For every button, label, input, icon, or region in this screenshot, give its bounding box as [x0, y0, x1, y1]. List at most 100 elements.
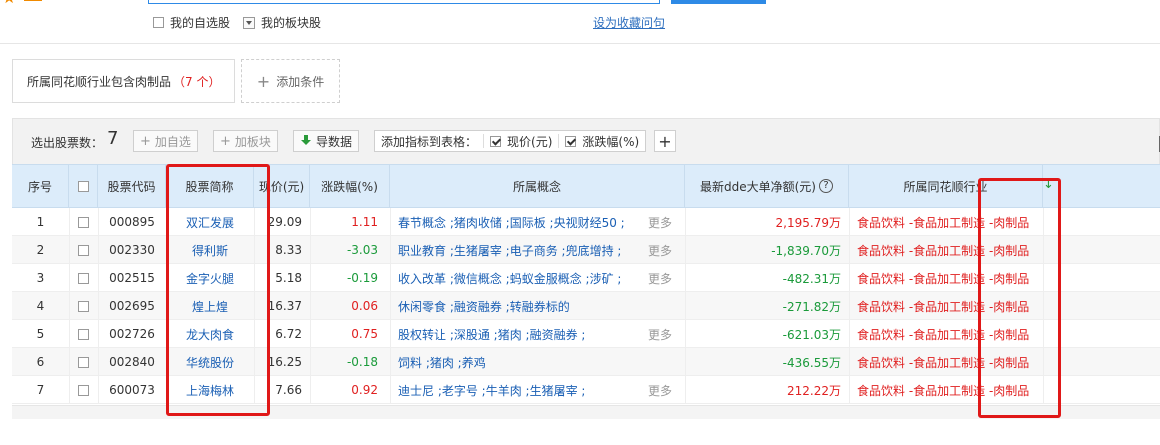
- row-seq: 1: [36, 215, 45, 229]
- dde-net-amount: -621.03万: [782, 327, 841, 342]
- stock-name-link[interactable]: 龙大肉食: [166, 320, 254, 348]
- price-indicator-checkbox[interactable]: [490, 135, 502, 147]
- sort-desc-icon[interactable]: ↓: [1043, 177, 1054, 192]
- add-block-button[interactable]: + 加板块: [213, 130, 278, 152]
- add-indicator-button[interactable]: +: [654, 130, 676, 152]
- checkbox-icon[interactable]: [77, 180, 89, 192]
- checkbox-icon[interactable]: [78, 244, 89, 256]
- stock-concepts: 休闲零食 ;融资融券 ;转融券标的: [390, 292, 685, 320]
- export-data-button[interactable]: 导数据: [293, 130, 360, 152]
- table-row[interactable]: 5 002726 龙大肉食 6.72 0.75 股权转让 ;深股通 ;猪肉 ;融资融券 ;…: [12, 320, 1160, 348]
- stock-price: 7.66: [275, 383, 302, 397]
- table-row[interactable]: 7 600073 上海梅林 7.66 0.92 迪士尼 ;老字号 ;牛羊肉 ;生猪屠宰 ;…: [12, 376, 1160, 404]
- stock-concepts: 职业教育 ;生猪屠宰 ;电子商务 ;兜底增持 ; 更多: [390, 236, 685, 264]
- industry-path[interactable]: 食品饮料 -食品加工制造 -肉制品: [849, 348, 1043, 376]
- checkbox-icon[interactable]: [78, 300, 89, 312]
- industry-path[interactable]: 食品饮料 -食品加工制造 -肉制品: [849, 208, 1043, 236]
- stock-name-link[interactable]: 煌上煌: [166, 292, 254, 320]
- my-watchlist-option[interactable]: 我的自选股: [153, 14, 230, 31]
- stock-change: 1.11: [351, 215, 378, 229]
- industry-path[interactable]: 食品饮料 -食品加工制造 -肉制品: [849, 320, 1043, 348]
- concept-text[interactable]: 股权转让 ;深股通 ;猪肉 ;融资融券 ;: [398, 326, 648, 343]
- stock-price: 16.37: [267, 299, 302, 313]
- add-indicator-bar: 添加指标到表格： 现价(元) 涨跌幅(%): [374, 130, 647, 152]
- my-sector-option[interactable]: 我的板块股: [243, 14, 321, 31]
- header-change[interactable]: 涨跌幅(%): [310, 165, 390, 207]
- add-watchlist-button[interactable]: + 加自选: [133, 130, 198, 152]
- checkbox-icon[interactable]: [78, 328, 89, 340]
- row-seq: 3: [36, 271, 45, 285]
- row-select[interactable]: [69, 376, 98, 404]
- concept-text[interactable]: 职业教育 ;生猪屠宰 ;电子商务 ;兜底增持 ;: [398, 242, 648, 259]
- more-link[interactable]: 更多: [648, 242, 672, 259]
- row-select[interactable]: [69, 264, 98, 292]
- condition-text: 所属同花顺行业包含肉制品: [27, 74, 172, 89]
- stock-name-link[interactable]: 得利斯: [166, 236, 254, 264]
- more-link[interactable]: 更多: [648, 382, 672, 399]
- industry-path[interactable]: 食品饮料 -食品加工制造 -肉制品: [849, 292, 1043, 320]
- row-select[interactable]: [69, 320, 98, 348]
- concept-text[interactable]: 休闲零食 ;融资融券 ;转融券标的: [398, 298, 648, 315]
- stock-price: 5.18: [275, 271, 302, 285]
- row-select[interactable]: [69, 236, 98, 264]
- stock-change: -0.19: [346, 271, 378, 285]
- help-icon[interactable]: ?: [818, 179, 833, 193]
- add-condition-button[interactable]: + 添加条件: [241, 59, 340, 103]
- stock-name-link[interactable]: 华统股份: [166, 348, 254, 376]
- stock-code: 002330: [109, 243, 155, 257]
- header-concept[interactable]: 所属概念: [390, 165, 685, 207]
- stock-code: 002515: [109, 271, 155, 285]
- dropdown-icon[interactable]: [243, 16, 255, 29]
- download-icon: [300, 135, 312, 147]
- table-row[interactable]: 3 002515 金字火腿 5.18 -0.19 收入改革 ;微信概念 ;蚂蚁金服概念 ;…: [12, 264, 1160, 292]
- concept-text[interactable]: 饲料 ;猪肉 ;养鸡: [398, 354, 648, 371]
- header-select-all[interactable]: [69, 165, 98, 207]
- stock-price: 29.09: [267, 215, 302, 229]
- price-indicator-label: 现价(元): [507, 134, 553, 149]
- more-link[interactable]: 更多: [648, 326, 672, 343]
- header-name[interactable]: 股票简称: [166, 165, 254, 207]
- header-price[interactable]: 现价(元): [254, 165, 310, 207]
- industry-path[interactable]: 食品饮料 -食品加工制造 -肉制品: [849, 264, 1043, 292]
- checkbox-icon[interactable]: [78, 216, 89, 228]
- more-link[interactable]: 更多: [648, 270, 672, 287]
- change-indicator-checkbox[interactable]: [565, 135, 577, 147]
- table-row[interactable]: 6 002840 华统股份 16.25 -0.18 饲料 ;猪肉 ;养鸡 -436.55万食…: [12, 348, 1160, 376]
- result-toolbar: 选出股票数： 7 + 加自选 + 加板块 导数据 添加指标到表格： 现价(元) …: [12, 118, 1160, 164]
- dde-net-amount: -482.31万: [782, 271, 841, 286]
- header-dde-label: 最新dde大单净额(元): [700, 179, 816, 194]
- row-select[interactable]: [69, 208, 98, 236]
- row-select[interactable]: [69, 348, 98, 376]
- table-row[interactable]: 2 002330 得利斯 8.33 -3.03 职业教育 ;生猪屠宰 ;电子商务 ;兜底增…: [12, 236, 1160, 264]
- stock-name-link[interactable]: 金字火腿: [166, 264, 254, 292]
- search-button[interactable]: [671, 0, 766, 4]
- selected-count-label: 选出股票数：: [31, 136, 104, 150]
- table-row[interactable]: 1 000895 双汇发展 29.09 1.11 春节概念 ;猪肉收储 ;国际板 ;央视财…: [12, 208, 1160, 236]
- checkbox-icon[interactable]: [78, 272, 89, 284]
- favorite-query-link[interactable]: 设为收藏问句: [593, 14, 665, 31]
- industry-path[interactable]: 食品饮料 -食品加工制造 -肉制品: [849, 236, 1043, 264]
- row-seq: 2: [36, 243, 45, 257]
- industry-path[interactable]: 食品饮料 -食品加工制造 -肉制品: [849, 376, 1043, 404]
- condition-chip[interactable]: 所属同花顺行业包含肉制品 （7 个）: [12, 59, 236, 103]
- selected-count: 7: [107, 128, 119, 149]
- checkbox-icon[interactable]: [78, 356, 89, 368]
- concept-text[interactable]: 收入改革 ;微信概念 ;蚂蚁金服概念 ;涉矿 ;: [398, 270, 648, 287]
- stock-concepts: 股权转让 ;深股通 ;猪肉 ;融资融券 ; 更多: [390, 320, 685, 348]
- more-link[interactable]: 更多: [648, 214, 672, 231]
- concept-text[interactable]: 迪士尼 ;老字号 ;牛羊肉 ;生猪屠宰 ;: [398, 382, 648, 399]
- checkbox-icon[interactable]: [153, 17, 164, 28]
- checkbox-icon[interactable]: [78, 384, 89, 396]
- change-indicator-label: 涨跌幅(%): [582, 134, 640, 149]
- stock-name-link[interactable]: 上海梅林: [166, 376, 254, 404]
- header-dde[interactable]: 最新dde大单净额(元) ?: [685, 165, 849, 207]
- my-watchlist-label: 我的自选股: [170, 16, 231, 30]
- row-select[interactable]: [69, 292, 98, 320]
- search-input[interactable]: [148, 0, 660, 4]
- table-row[interactable]: 4 002695 煌上煌 16.37 0.06 休闲零食 ;融资融券 ;转融券标的 -271…: [12, 292, 1160, 320]
- header-industry[interactable]: 所属同花顺行业: [849, 165, 1043, 207]
- stock-code: 002726: [109, 327, 155, 341]
- concept-text[interactable]: 春节概念 ;猪肉收储 ;国际板 ;央视财经50 ;: [398, 214, 648, 231]
- header-code[interactable]: 股票代码: [98, 165, 166, 207]
- stock-name-link[interactable]: 双汇发展: [166, 208, 254, 236]
